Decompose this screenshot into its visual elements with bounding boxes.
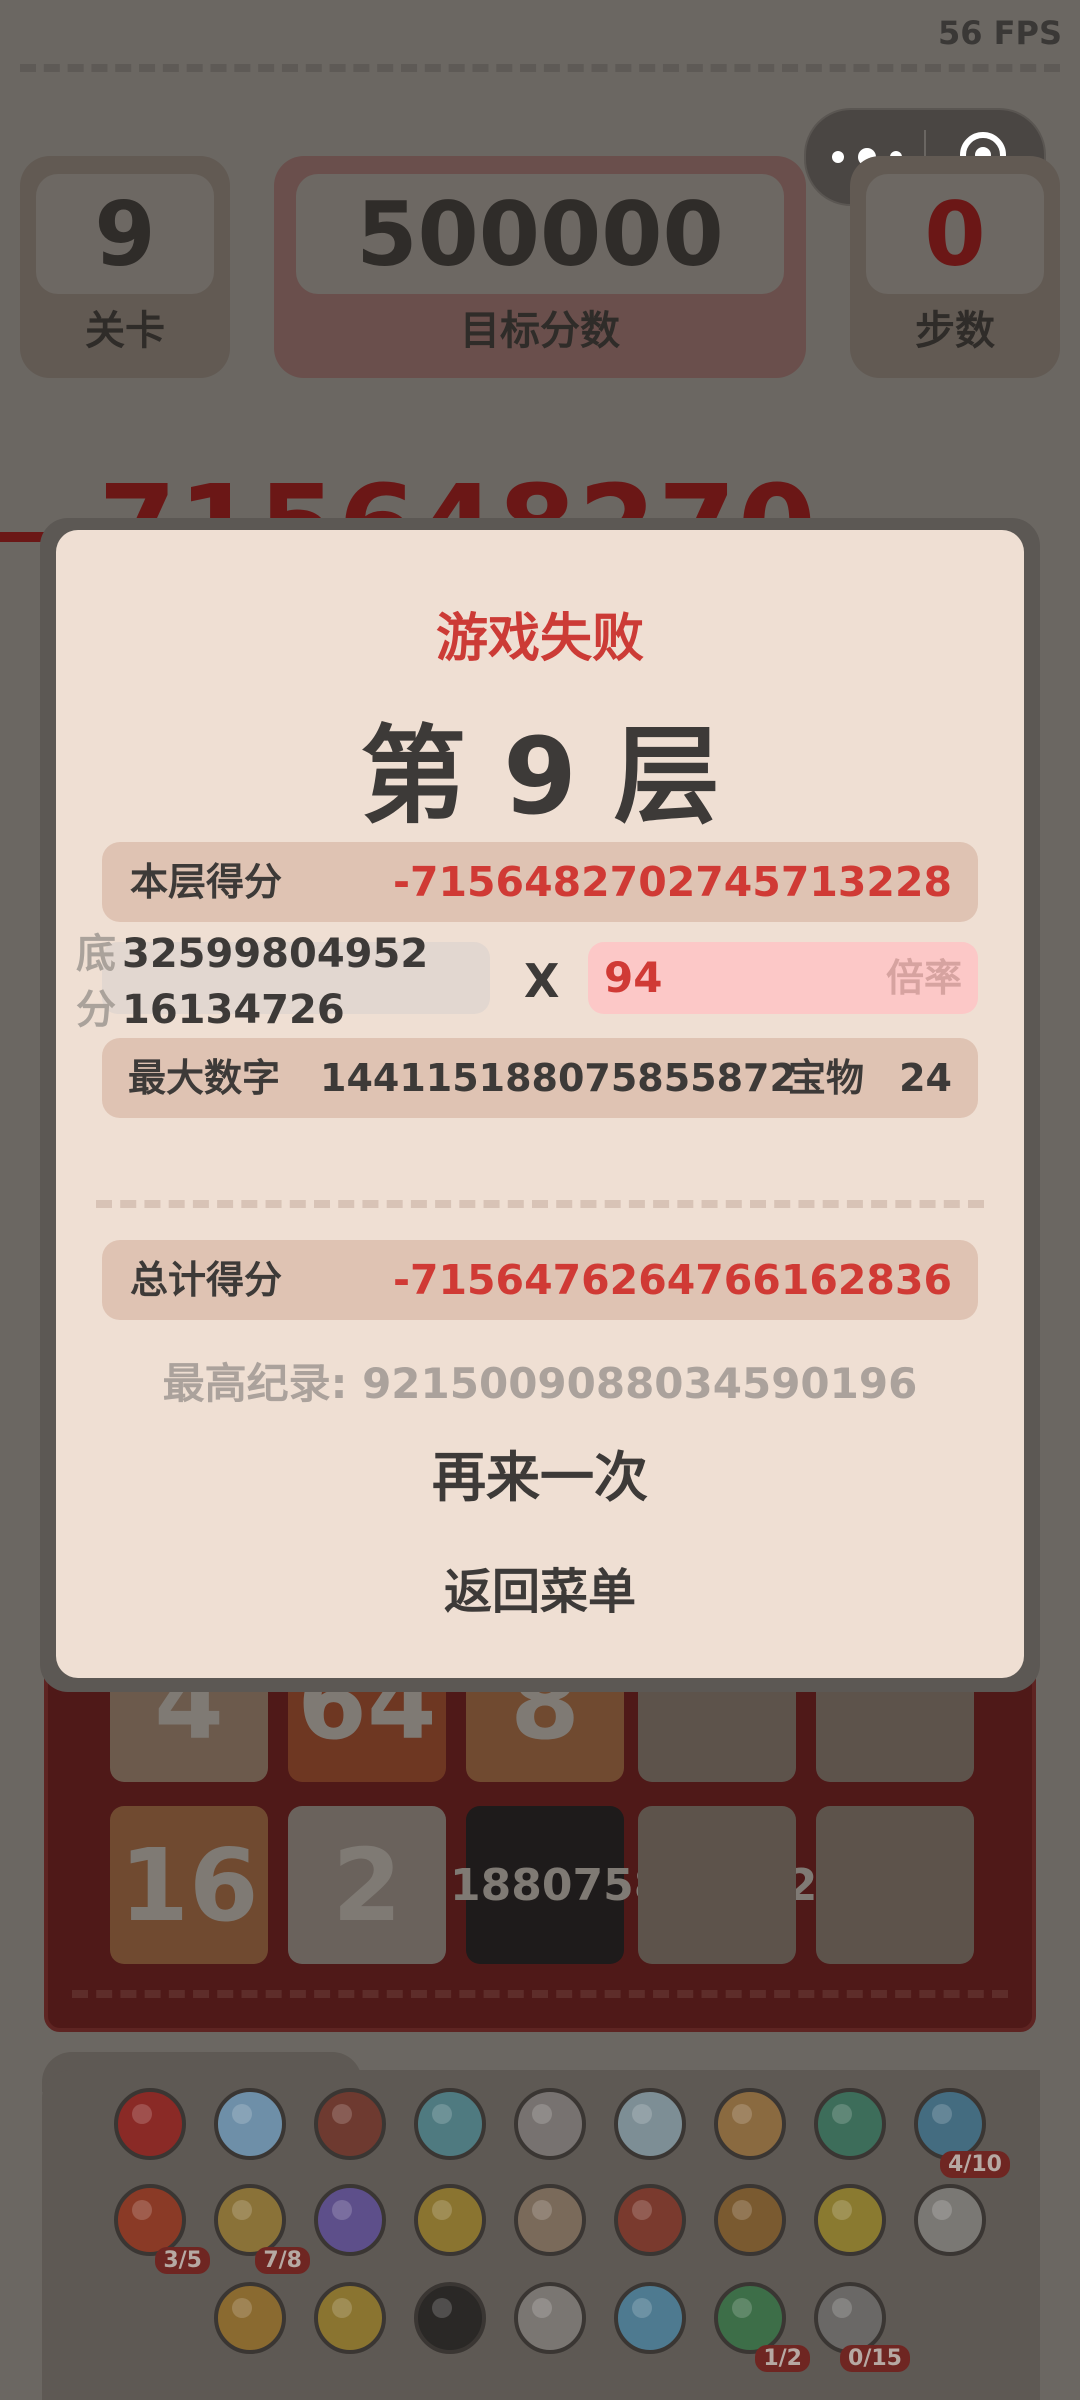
prism-icon[interactable] bbox=[508, 2178, 592, 2262]
shield-icon[interactable]: 1/2 bbox=[708, 2276, 810, 2372]
demon-skull-icon[interactable] bbox=[108, 2082, 192, 2166]
floor-score-label: 本层得分 bbox=[130, 860, 283, 904]
ice-cube-icon[interactable] bbox=[208, 2082, 292, 2166]
fail-title: 游戏失败 bbox=[435, 609, 644, 669]
hourglass-anvil-icon[interactable] bbox=[408, 2082, 492, 2166]
item-count-badge: 1/2 bbox=[755, 2345, 810, 2372]
total-score-value: -7156476264766162836 bbox=[392, 1256, 952, 1304]
dynamite-icon[interactable] bbox=[608, 2178, 692, 2262]
crystal-icon[interactable] bbox=[608, 2276, 692, 2360]
hourglass-icon[interactable]: 0/15 bbox=[808, 2276, 910, 2372]
floor-title: 第 9 层 bbox=[360, 715, 720, 838]
max-number-value: 144115188075855872 bbox=[320, 1056, 796, 1100]
total-score-row: 总计得分 -7156476264766162836 bbox=[102, 1240, 978, 1320]
gold-ring-icon[interactable]: 7/8 bbox=[208, 2178, 310, 2274]
retry-button[interactable]: 再来一次 bbox=[340, 1434, 740, 1522]
gift-chest-icon[interactable] bbox=[308, 2178, 392, 2262]
fire-anvil-icon[interactable]: 3/5 bbox=[108, 2178, 210, 2274]
max-number-label: 最大数字 bbox=[128, 1056, 281, 1100]
compass-icon[interactable]: 4/10 bbox=[908, 2082, 1010, 2178]
item-count-badge: 3/5 bbox=[155, 2247, 210, 2274]
treasure-value: 24 bbox=[899, 1056, 952, 1100]
treasure-chest-icon[interactable] bbox=[708, 2178, 792, 2262]
candle-icon[interactable] bbox=[508, 2276, 592, 2360]
x90-ticket-icon[interactable] bbox=[208, 2276, 292, 2360]
metal-boot-icon[interactable] bbox=[508, 2082, 592, 2166]
floor-score-row: 本层得分 -7156482702745713228 bbox=[102, 842, 978, 922]
max-number-row: 最大数字 144115188075855872 宝物 24 bbox=[102, 1038, 978, 1118]
ring-icon[interactable] bbox=[708, 2082, 792, 2166]
multiplier-label: 倍率 bbox=[885, 956, 962, 1000]
dollar-coin-icon[interactable] bbox=[808, 2178, 892, 2262]
black-orb-icon[interactable] bbox=[408, 2276, 492, 2360]
game-over-modal: 游戏失败 第 9 层 本层得分 -7156482702745713228 底 32… bbox=[56, 530, 1024, 1678]
feather-icon[interactable] bbox=[608, 2082, 692, 2166]
base-score: 底 32599804952 分 16134726 bbox=[76, 926, 428, 1038]
gem-coin-icon[interactable] bbox=[408, 2178, 492, 2262]
eye-pyramid-icon[interactable] bbox=[808, 2082, 892, 2166]
base-value-1: 32599804952 bbox=[122, 931, 429, 977]
total-score-label: 总计得分 bbox=[130, 1258, 283, 1302]
multiplier-box: 94 倍率 bbox=[588, 942, 978, 1014]
crossed-swords-coin-icon[interactable] bbox=[308, 2276, 392, 2360]
item-count-badge: 4/10 bbox=[940, 2151, 1010, 2178]
boot-icon[interactable] bbox=[308, 2082, 392, 2166]
multiplier-value: 94 bbox=[604, 953, 663, 1002]
item-count-badge: 7/8 bbox=[255, 2247, 310, 2274]
high-record: 最高纪录: 9215009088034590196 bbox=[162, 1359, 918, 1408]
multiply-sign: X bbox=[524, 954, 560, 1008]
modal-divider bbox=[96, 1200, 984, 1208]
back-to-menu-button[interactable]: 返回菜单 bbox=[370, 1554, 710, 1630]
notepad-icon[interactable] bbox=[908, 2178, 992, 2262]
base-prefix-1: 底 bbox=[76, 931, 116, 977]
treasure-label: 宝物 bbox=[788, 1056, 865, 1100]
base-value-2: 16134726 bbox=[122, 987, 345, 1033]
floor-score-value: -7156482702745713228 bbox=[392, 858, 952, 906]
base-prefix-2: 分 bbox=[76, 987, 116, 1033]
item-count-badge: 0/15 bbox=[840, 2345, 910, 2372]
